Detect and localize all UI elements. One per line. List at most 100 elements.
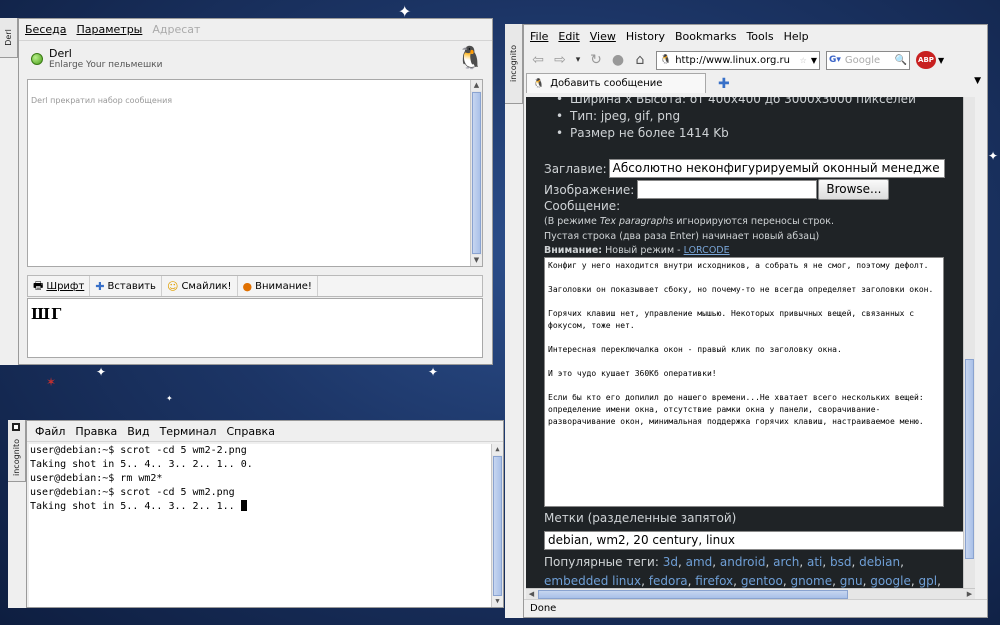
hint-empty-line: Пустая строка (два раза Enter) начинает … [544,231,820,242]
tag-link[interactable]: ati [807,555,822,569]
stop-icon[interactable]: ● [608,50,628,70]
tags-label: Метки (разделенные запятой) [544,511,737,525]
terminal-line: user@debian:~$ scrot -cd 5 wm2.png [30,487,235,498]
menu-item-view[interactable]: Вид [127,425,149,438]
scroll-up-icon[interactable]: ▲ [492,444,503,455]
search-bar[interactable]: G▾ Google 🔍 [826,50,910,70]
popular-tags: Популярные теги: 3d, amd, android, arch,… [544,555,941,588]
window-side-title[interactable]: incognito [8,420,26,482]
tab-list-icon[interactable]: ▼ [974,76,981,86]
title-input[interactable]: Абсолютно неконфигурируемый оконный мене… [608,159,945,178]
smiley-button[interactable]: ☺ Смайлик! [162,276,238,296]
scroll-up-icon[interactable]: ▲ [471,80,482,91]
adblock-icon[interactable]: ABP [916,51,936,69]
tag-link[interactable]: 3d [663,555,678,569]
navigation-toolbar: ⇦ ⇨ ▾ ↻ ● ⌂ 🐧 http://www.linux.org.ru ☆ … [524,47,987,73]
terminal-line: user@debian:~$ rm wm2* [30,473,163,484]
window-close-icon[interactable] [12,423,20,431]
new-tab-icon[interactable]: ✚ [718,76,730,92]
scroll-down-icon[interactable]: ▼ [492,596,503,607]
site-favicon: 🐧 [533,78,545,89]
window-side-title[interactable]: Derl [0,18,18,58]
tag-link[interactable]: google [870,574,911,588]
search-icon[interactable]: 🔍 [895,55,909,66]
image-row: Изображение: Browse... [544,179,890,200]
back-icon[interactable]: ⇦ [528,50,548,70]
terminal-output[interactable]: user@debian:~$ scrot -cd 5 wm2-2.png Tak… [29,444,503,607]
attention-button[interactable]: ● Внимание! [238,276,318,296]
browser-menubar: File Edit View History Bookmarks Tools H… [524,25,987,47]
scrollbar-thumb[interactable] [493,456,502,596]
menu-item-settings[interactable]: Параметры [76,23,142,36]
menu-item-file[interactable]: File [530,30,548,43]
font-button[interactable]: 🖶 Шрифт [28,276,91,296]
window-side-title[interactable]: incognito [505,24,523,104]
contact-name: Derl [49,47,72,60]
tab-add-message[interactable]: 🐧 Добавить сообщение [526,73,706,93]
message-textarea[interactable]: Конфиг у него находится внутри исходнико… [544,257,944,507]
contact-header: Derl Enlarge Your пельмешки 🐧 [19,41,492,77]
history-dropdown-icon[interactable]: ▾ [572,50,584,70]
url-bar[interactable]: 🐧 http://www.linux.org.ru ☆ ▼ [656,50,820,70]
forward-icon[interactable]: ⇨ [550,50,570,70]
page-vertical-scrollbar[interactable] [963,97,975,588]
url-dropdown-icon[interactable]: ▼ [809,56,819,65]
insert-button[interactable]: ✚ Вставить [90,276,162,296]
message-compose-field[interactable]: ШГ [27,298,483,358]
smiley-icon: ☺ [166,279,179,293]
terminal-scrollbar[interactable]: ▲ ▼ [491,444,503,607]
contact-status-message: Enlarge Your пельмешки [49,60,163,70]
browser-window: incognito File Edit View History Bookmar… [505,24,988,618]
scroll-down-icon[interactable]: ▼ [471,255,482,266]
home-icon[interactable]: ⌂ [630,50,650,70]
scrollbar-thumb[interactable] [965,359,974,559]
avatar: 🐧 [456,46,484,71]
tag-link[interactable]: gnu [840,574,863,588]
bookmark-star-icon[interactable]: ☆ [798,56,809,65]
reload-icon[interactable]: ↻ [586,50,606,70]
lorcode-link[interactable]: LORCODE [684,245,730,256]
menu-item-edit[interactable]: Правка [75,425,117,438]
chat-history[interactable]: Derl прекратил набор сообщения ▲ ▼ [27,79,483,267]
menu-item-file[interactable]: Файл [35,425,65,438]
browse-button[interactable]: Browse... [818,179,890,200]
tag-link[interactable]: amd [686,555,713,569]
chat-history-scrollbar[interactable]: ▲ ▼ [470,80,482,266]
tag-link[interactable]: debian [859,555,900,569]
window-title-label: incognito [509,45,518,82]
menu-item-edit[interactable]: Edit [558,30,579,43]
message-label: Сообщение: [544,199,621,213]
terminal-window: incognito Файл Правка Вид Терминал Справ… [8,420,504,608]
scrollbar-thumb[interactable] [472,92,481,254]
menu-item-terminal[interactable]: Терминал [160,425,217,438]
chat-window-body: Беседа Параметры Адресат Derl Enlarge Yo… [18,18,493,365]
search-engine-icon[interactable]: G▾ [827,55,843,65]
terminal-line: Taking shot in 5.. 4.. 3.. 2.. 1.. [30,500,503,514]
message-paragraph: И это чудо кушает 360Кб оперативки! [548,369,717,378]
adblock-dropdown-icon[interactable]: ▼ [938,56,944,65]
tag-link[interactable]: fedora [649,574,688,588]
scrollbar-thumb[interactable] [538,590,848,599]
menu-item-help[interactable]: Help [784,30,809,43]
menu-item-buddy[interactable]: Адресат [152,23,200,36]
tag-link[interactable]: android [720,555,766,569]
online-status-icon [31,53,43,65]
star-decoration: ✦ [428,365,439,379]
image-file-input[interactable] [637,180,818,199]
tags-input[interactable]: debian, wm2, 20 century, linux [544,531,975,550]
menu-item-view[interactable]: View [590,30,616,43]
tag-link[interactable]: arch [773,555,799,569]
menu-item-help[interactable]: Справка [226,425,274,438]
message-paragraph: Если бы кто его допилил до нашего времен… [548,393,924,426]
url-text: http://www.linux.org.ru [675,54,791,66]
menu-item-bookmarks[interactable]: Bookmarks [675,30,736,43]
tag-link[interactable]: gpl [918,574,937,588]
menu-item-conversation[interactable]: Беседа [25,23,66,36]
tag-link[interactable]: embedded linux [544,574,641,588]
menu-item-tools[interactable]: Tools [746,30,773,43]
menu-item-history[interactable]: History [626,30,665,43]
tag-link[interactable]: gentoo [741,574,783,588]
tag-link[interactable]: bsd [830,555,852,569]
tag-link[interactable]: firefox [695,574,733,588]
tag-link[interactable]: gnome [790,574,832,588]
